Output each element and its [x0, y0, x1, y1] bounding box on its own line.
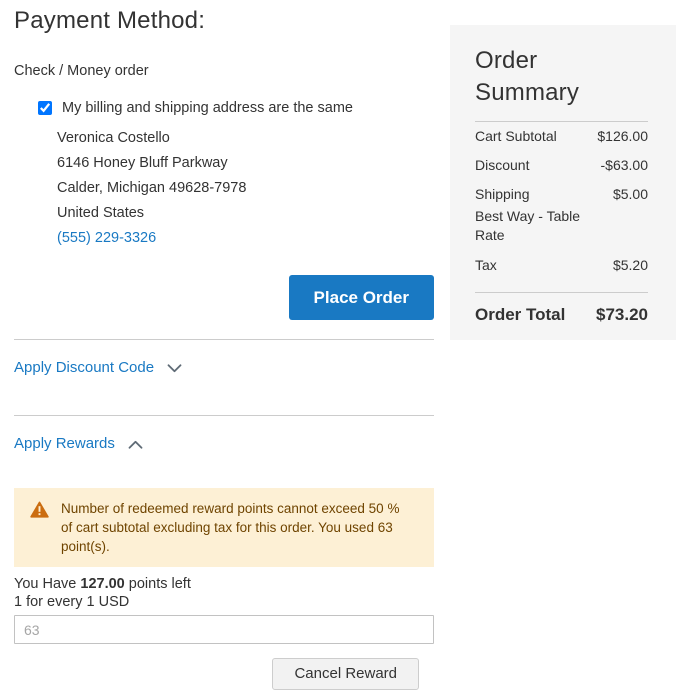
summary-label: Cart Subtotal [475, 128, 557, 144]
order-summary-panel: Order Summary Cart Subtotal $126.00 Disc… [450, 25, 676, 340]
billing-same-label: My billing and shipping address are the … [62, 100, 353, 116]
summary-value: -$63.00 [600, 157, 648, 173]
summary-row-subtotal: Cart Subtotal $126.00 [475, 122, 648, 151]
points-balance: You Have 127.00 points left [14, 576, 434, 593]
summary-value: $126.00 [597, 128, 648, 144]
address-street: 6146 Honey Bluff Parkway [57, 155, 228, 171]
address-phone-link[interactable]: (555) 229-3326 [57, 230, 156, 246]
billing-address: Veronica Costello 6146 Honey Bluff Parkw… [57, 126, 434, 251]
address-name: Veronica Costello [57, 130, 170, 146]
warning-triangle-icon [30, 501, 49, 518]
points-prefix: You Have [14, 576, 77, 592]
warning-text: Number of redeemed reward points cannot … [61, 501, 400, 554]
cancel-reward-row: Cancel Reward [14, 658, 434, 690]
apply-discount-label: Apply Discount Code [14, 359, 155, 376]
order-total-label: Order Total [475, 305, 566, 324]
payment-method-name: Check / Money order [14, 63, 149, 79]
payment-method-section: Payment Method: Check / Money order My b… [14, 0, 434, 690]
points-rate: 1 for every 1 USD [14, 594, 130, 610]
billing-same-row[interactable]: My billing and shipping address are the … [38, 100, 434, 116]
summary-label: Tax [475, 257, 497, 273]
place-order-button[interactable]: Place Order [288, 275, 434, 320]
apply-rewards-label: Apply Rewards [14, 435, 115, 452]
billing-same-checkbox[interactable] [38, 101, 52, 115]
reward-warning-message: Number of redeemed reward points cannot … [14, 488, 434, 567]
page-title: Payment Method: [14, 7, 206, 34]
address-city-line: Calder, Michigan 49628-7978 [57, 180, 247, 196]
summary-row-order-total: Order Total $73.20 [475, 293, 648, 332]
apply-rewards-toggle[interactable]: Apply Rewards [14, 416, 434, 472]
chevron-up-icon [128, 436, 143, 454]
shipping-method-sub: Best Way - Table Rate [475, 208, 581, 243]
shipping-label: Shipping [475, 186, 530, 202]
summary-label: Discount [475, 157, 530, 173]
order-summary-title: Order Summary [475, 47, 580, 106]
points-left-value: 127.00 [80, 576, 125, 592]
apply-discount-toggle[interactable]: Apply Discount Code [14, 340, 434, 396]
cancel-reward-button[interactable]: Cancel Reward [272, 658, 419, 690]
summary-label: Shipping Best Way - Table Rate [475, 186, 587, 245]
address-country: United States [57, 205, 145, 221]
summary-row-discount: Discount -$63.00 [475, 151, 648, 180]
summary-value: $5.00 [612, 186, 648, 202]
checkout-page: Payment Method: Check / Money order My b… [0, 0, 685, 690]
points-suffix: points left [124, 576, 191, 592]
reward-points-input[interactable] [14, 615, 434, 644]
summary-row-tax: Tax $5.20 [475, 251, 648, 280]
order-total-value: $73.20 [596, 305, 648, 324]
summary-row-shipping: Shipping Best Way - Table Rate $5.00 [475, 180, 648, 251]
place-order-row: Place Order [14, 275, 434, 320]
chevron-down-icon [167, 360, 182, 378]
summary-value: $5.20 [612, 257, 648, 273]
